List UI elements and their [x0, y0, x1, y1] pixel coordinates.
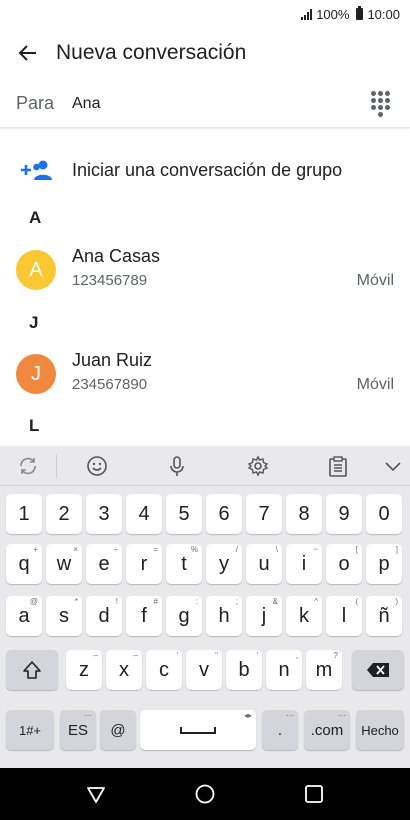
chevron-down-icon[interactable] — [381, 454, 405, 478]
key-k[interactable]: k ^ — [286, 596, 322, 636]
key-4[interactable]: 4 — [126, 494, 162, 534]
key-1[interactable]: 1 — [6, 494, 42, 534]
key-5[interactable]: 5 — [166, 494, 202, 534]
key-n[interactable]: n, — [266, 650, 302, 690]
key-u[interactable]: u \ — [246, 544, 282, 584]
key-9[interactable]: 9 — [326, 494, 362, 534]
recipient-row: Para — [0, 80, 410, 128]
circle-home-icon — [195, 784, 215, 804]
contact-number: 123456789 — [72, 272, 148, 289]
nav-back-button[interactable] — [84, 782, 108, 806]
avatar: A — [16, 250, 56, 290]
key-m[interactable]: m? — [306, 650, 342, 690]
key-8[interactable]: 8 — [286, 494, 322, 534]
translate-icon[interactable] — [16, 454, 40, 478]
contact-number-type: Móvil — [356, 272, 394, 289]
emoji-icon[interactable] — [85, 454, 109, 478]
language-key[interactable]: ES ⋯ — [60, 710, 96, 750]
key-i[interactable]: i ~ — [286, 544, 322, 584]
key-q[interactable]: q + — [6, 544, 42, 584]
key-f[interactable]: f # — [126, 596, 162, 636]
contact-item[interactable]: A Ana Casas 123456789 Móvil — [0, 238, 410, 302]
space-key[interactable]: ◂▸ — [140, 710, 256, 750]
battery-percent: 100% — [316, 6, 350, 22]
key-d[interactable]: d! — [86, 596, 122, 636]
key-v[interactable]: v " — [186, 650, 222, 690]
key-r[interactable]: r = — [126, 544, 162, 584]
keyboard-toolbar — [0, 446, 410, 486]
key-l[interactable]: l( — [326, 596, 362, 636]
section-header-l: L — [29, 416, 40, 435]
contact-number: 234567890 — [72, 376, 148, 393]
key-a[interactable]: a @ — [6, 596, 42, 636]
recipient-label: Para — [16, 93, 55, 113]
dotcom-key[interactable]: .com ⋯ — [304, 710, 350, 750]
key-y[interactable]: y / — [206, 544, 242, 584]
group-add-icon — [21, 160, 52, 180]
nav-home-button[interactable] — [193, 782, 217, 806]
contact-item[interactable]: J Juan Ruiz 234567890 Móvil — [0, 342, 410, 406]
key-7[interactable]: 7 — [246, 494, 282, 534]
arrow-back-icon — [18, 45, 36, 61]
back-button[interactable] — [0, 29, 56, 77]
key-n-tilde[interactable]: ñ) — [366, 596, 402, 636]
contact-name: Ana Casas — [72, 246, 161, 266]
top-app-bar: Nueva conversación — [0, 28, 410, 78]
contact-number-type: Móvil — [356, 376, 394, 393]
key-2[interactable]: 2 — [46, 494, 82, 534]
clock: 10:00 — [367, 6, 400, 22]
key-t[interactable]: t% — [166, 544, 202, 584]
contact-name: Juan Ruiz — [72, 350, 153, 370]
key-6[interactable]: 6 — [206, 494, 242, 534]
key-w[interactable]: w × — [46, 544, 82, 584]
section-header-a: A — [29, 208, 42, 227]
nav-recents-button[interactable] — [302, 782, 326, 806]
key-0[interactable]: 0 — [366, 494, 402, 534]
key-x[interactable]: x – — [106, 650, 142, 690]
symbols-key[interactable]: 1#+ — [6, 710, 54, 750]
backspace-key[interactable] — [352, 650, 404, 690]
battery-icon — [356, 6, 364, 20]
key-b[interactable]: b ' — [226, 650, 262, 690]
at-key[interactable]: @ — [100, 710, 136, 750]
section-header-j: J — [29, 313, 39, 332]
space-bar-icon — [180, 727, 216, 734]
backspace-icon — [367, 663, 389, 677]
shift-key[interactable] — [6, 650, 58, 690]
group-conversation-label: Iniciar una conversación de grupo — [72, 159, 343, 180]
shift-icon — [23, 661, 41, 679]
key-o[interactable]: o[ — [326, 544, 362, 584]
status-bar: 100% 10:00 — [0, 0, 410, 28]
microphone-icon[interactable] — [165, 454, 189, 478]
key-h[interactable]: h; — [206, 596, 242, 636]
key-e[interactable]: e ÷ — [86, 544, 122, 584]
done-key[interactable]: Hecho — [356, 710, 404, 750]
key-g[interactable]: g: — [166, 596, 202, 636]
page-title: Nueva conversación — [56, 41, 247, 64]
toolbar-divider — [56, 454, 57, 478]
triangle-back-icon — [87, 787, 105, 803]
key-z[interactable]: z – — [66, 650, 102, 690]
key-j[interactable]: j & — [246, 596, 282, 636]
key-3[interactable]: 3 — [86, 494, 122, 534]
key-c[interactable]: c ' — [146, 650, 182, 690]
square-recents-icon — [305, 785, 323, 803]
key-s[interactable]: s * — [46, 596, 82, 636]
start-group-conversation[interactable]: Iniciar una conversación de grupo — [0, 146, 410, 194]
key-p[interactable]: p] — [366, 544, 402, 584]
period-key[interactable]: . ⋯ — [262, 710, 298, 750]
avatar: J — [16, 354, 56, 394]
signal-icon — [301, 8, 313, 20]
dialpad-button[interactable] — [368, 91, 392, 117]
system-nav-bar — [0, 768, 410, 820]
recipient-input[interactable] — [72, 94, 342, 113]
settings-gear-icon[interactable] — [246, 454, 270, 478]
clipboard-icon[interactable] — [326, 454, 350, 478]
on-screen-keyboard: 1 2 3 4 5 6 7 8 9 0 q + w × e ÷ r = t% y / u \… — [0, 446, 410, 768]
